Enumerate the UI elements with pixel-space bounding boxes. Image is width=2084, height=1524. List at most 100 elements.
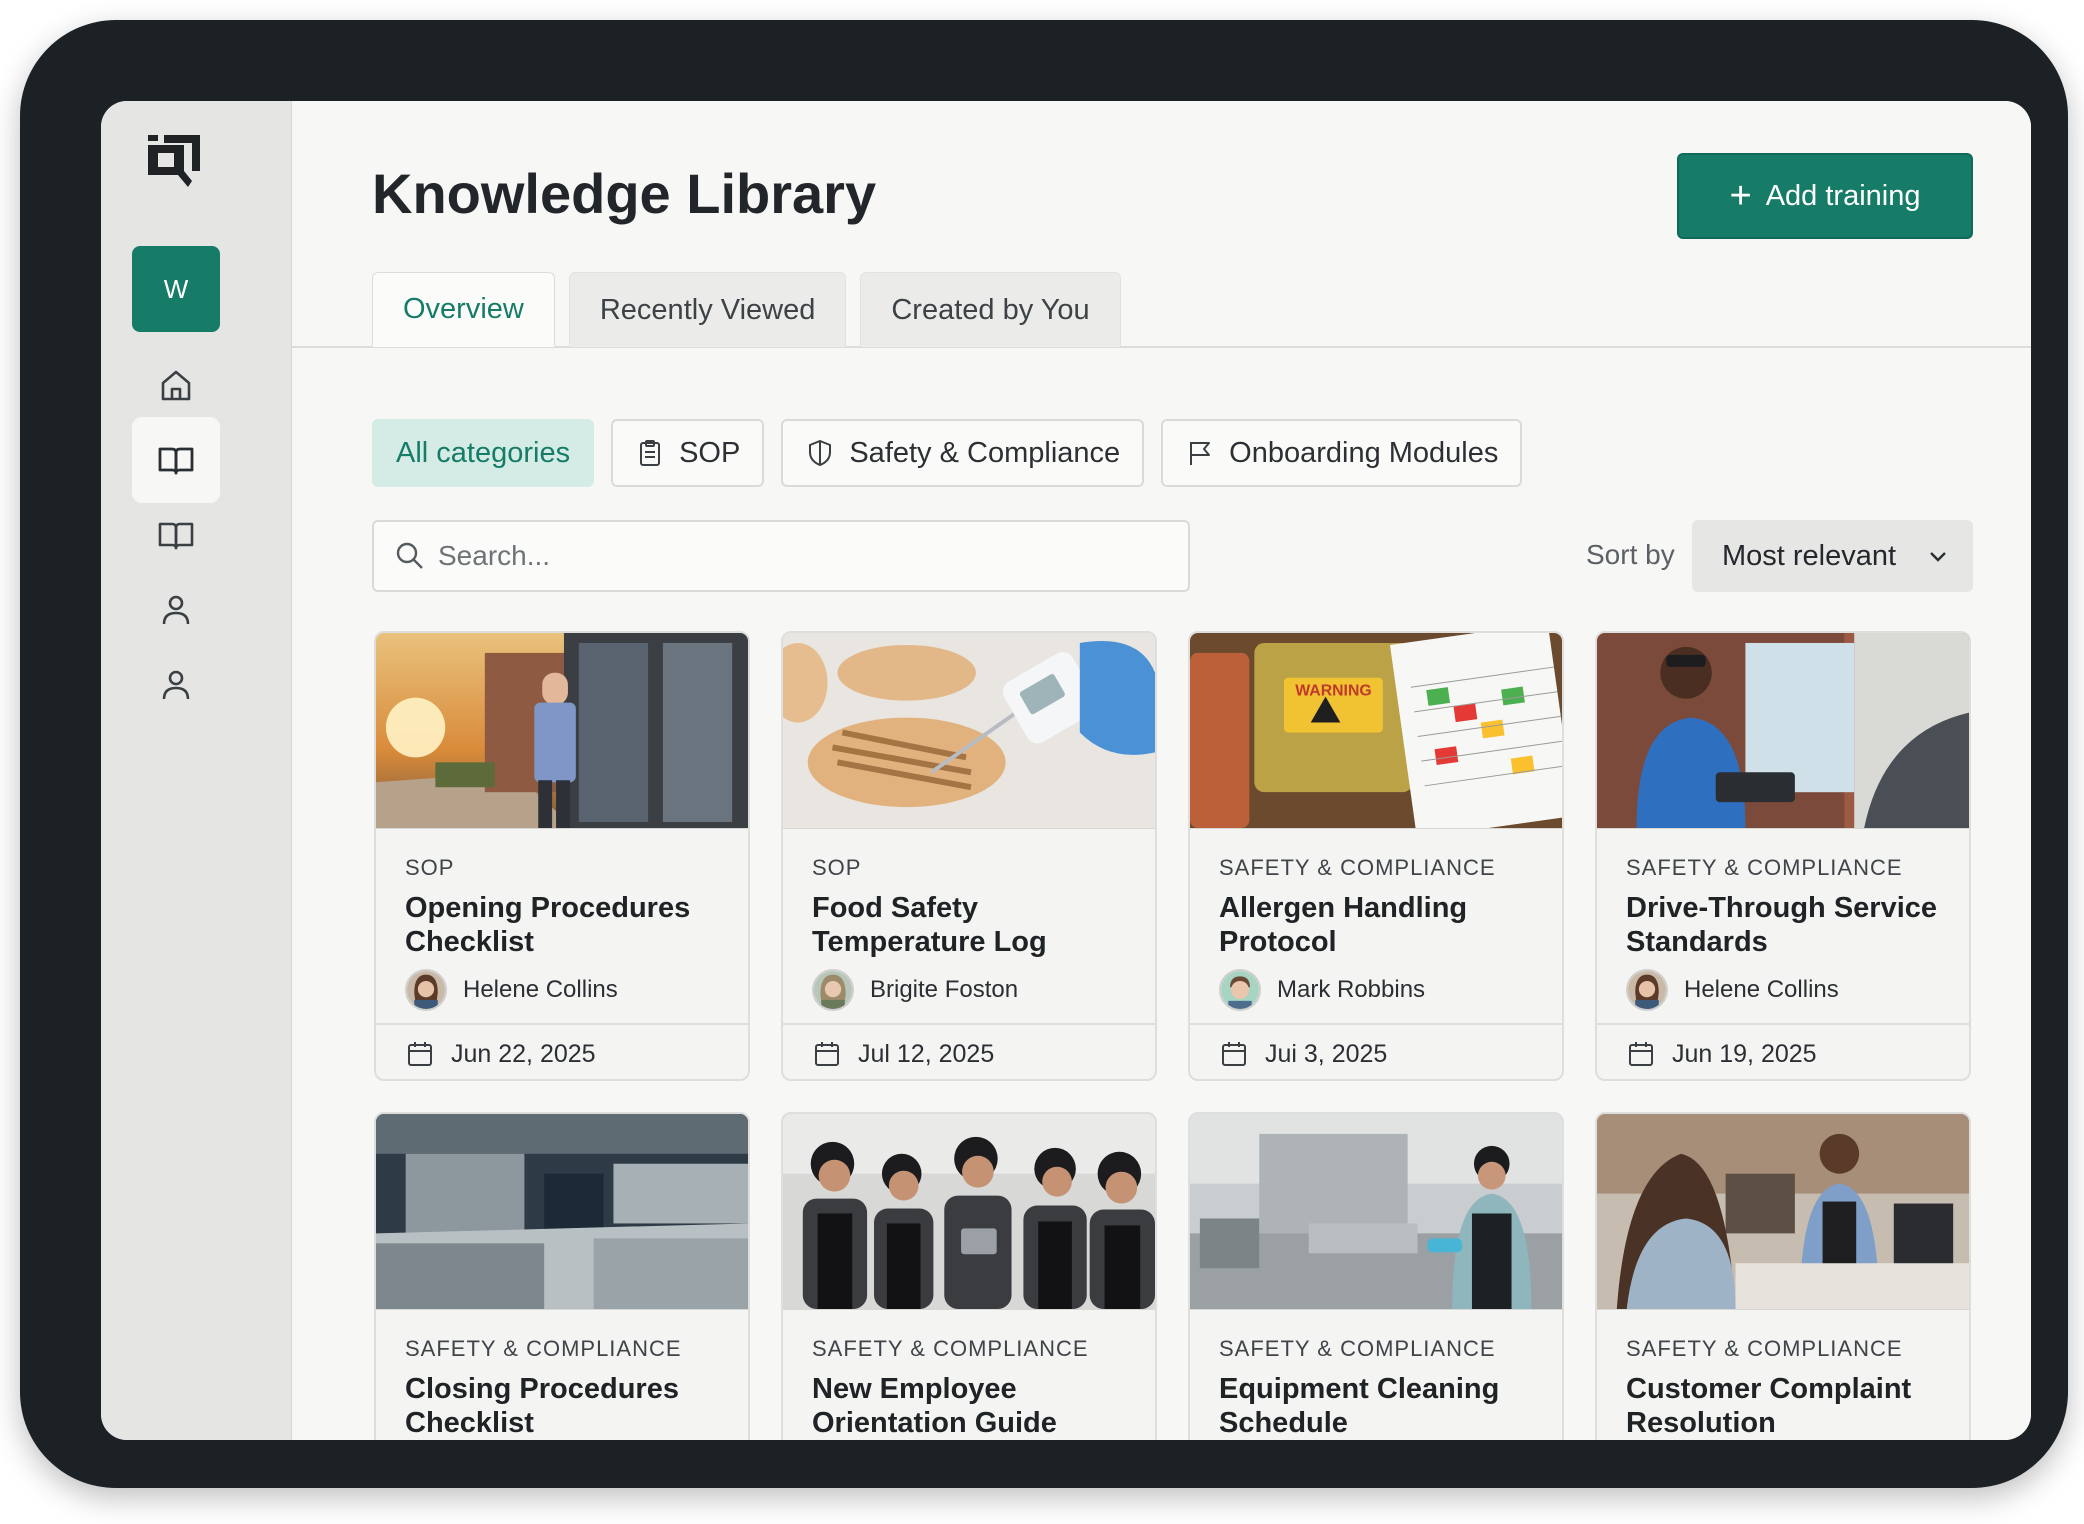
- card-title: Customer Complaint Resolution: [1626, 1373, 1912, 1439]
- search-icon: [396, 542, 423, 569]
- calendar-icon: [815, 1042, 839, 1066]
- card-footer: Jul 12, 2025: [783, 1023, 1155, 1079]
- training-card[interactable]: SAFETY & COMPLIANCE Drive-Through Servic…: [1595, 631, 1971, 1081]
- add-training-button[interactable]: + Add training: [1677, 153, 1973, 239]
- calendar-icon: [408, 1042, 432, 1066]
- author-name: Helene Collins: [463, 976, 618, 1003]
- card-title: Food Safety Temperature Log: [812, 892, 1047, 958]
- card-date: Jui 3, 2025: [1265, 1039, 1388, 1068]
- training-card[interactable]: SAFETY & COMPLIANCE Customer Complaint R…: [1595, 1112, 1971, 1440]
- author-name: Helene Collins: [1684, 976, 1839, 1003]
- card-category: SOP: [405, 855, 455, 880]
- card-category: SAFETY & COMPLIANCE: [1626, 855, 1903, 880]
- plus-icon: +: [1729, 175, 1752, 217]
- card-category: SAFETY & COMPLIANCE: [1626, 1336, 1903, 1361]
- card-footer: Jun 19, 2025: [1597, 1023, 1969, 1079]
- clipboard-icon: [640, 440, 661, 466]
- training-card[interactable]: SAFETY & COMPLIANCE New Employee Orienta…: [781, 1112, 1157, 1440]
- card-image-dishwashing-station: [1190, 1114, 1562, 1310]
- training-card[interactable]: SAFETY & COMPLIANCE Equipment Cleaning S…: [1188, 1112, 1564, 1440]
- card-title: Opening Procedures Checklist: [405, 892, 691, 958]
- app-screen: W Knowledge Library + Add training Overv…: [101, 101, 2031, 1440]
- nav-home[interactable]: [132, 342, 220, 428]
- warning-label: WARNING: [1295, 683, 1371, 700]
- sort-label: Sort by: [1586, 539, 1675, 570]
- card-footer: Jui 3, 2025: [1190, 1023, 1562, 1079]
- card-author: Brigite Foston: [812, 969, 1018, 1011]
- home-icon: [161, 370, 191, 401]
- tablet-frame: W Knowledge Library + Add training Overv…: [20, 20, 2068, 1488]
- training-card[interactable]: SAFETY & COMPLIANCE Closing Procedures C…: [374, 1112, 750, 1440]
- card-title: Drive-Through Service Standards: [1626, 892, 1938, 958]
- card-image-restaurant-entrance: [376, 633, 748, 829]
- flag-icon: [1190, 442, 1211, 465]
- main-content: Knowledge Library + Add training Overvie…: [292, 101, 2031, 1440]
- training-grid: SOP Opening Procedures Checklist Helene …: [374, 631, 1975, 1440]
- card-date: Jun 19, 2025: [1672, 1039, 1817, 1068]
- tab-created-by-you[interactable]: Created by You: [860, 272, 1121, 347]
- book-icon: [158, 522, 194, 550]
- open-book-icon: [158, 447, 194, 475]
- card-title: Closing Procedures Checklist: [405, 1373, 679, 1439]
- card-date: Jun 22, 2025: [451, 1039, 596, 1068]
- filter-label: SOP: [679, 436, 741, 469]
- card-date: Jul 12, 2025: [858, 1039, 995, 1068]
- add-training-label: Add training: [1765, 179, 1921, 212]
- training-card[interactable]: WARNING SAFETY & COMPLIANCE Allergen Han…: [1188, 631, 1564, 1081]
- card-image-allergen-containers: WARNING: [1190, 633, 1562, 829]
- category-filters: All categories SOP Safety & Compliance O…: [372, 419, 1523, 487]
- sidebar: W: [101, 101, 292, 1440]
- avatar: [1219, 969, 1261, 1011]
- training-card[interactable]: SOP Food Safety Temperature Log Brigite …: [781, 631, 1157, 1081]
- filter-label: Safety & Compliance: [849, 436, 1121, 469]
- nav-library[interactable]: [132, 417, 220, 503]
- card-category: SAFETY & COMPLIANCE: [812, 1336, 1089, 1361]
- filter-safety-compliance[interactable]: Safety & Compliance: [781, 419, 1145, 487]
- avatar: [812, 969, 854, 1011]
- author-name: Mark Robbins: [1277, 976, 1426, 1003]
- avatar: [405, 969, 447, 1011]
- nav-people[interactable]: [132, 567, 220, 653]
- filter-label: Onboarding Modules: [1229, 436, 1499, 469]
- shield-icon: [809, 439, 832, 467]
- filter-all-categories[interactable]: All categories: [372, 419, 595, 487]
- filter-onboarding-modules[interactable]: Onboarding Modules: [1161, 419, 1523, 487]
- card-title: Equipment Cleaning Schedule: [1219, 1373, 1500, 1439]
- card-category: SOP: [812, 855, 862, 880]
- search-box[interactable]: [372, 520, 1190, 592]
- card-title: New Employee Orientation Guide: [812, 1373, 1057, 1439]
- card-author: Helene Collins: [405, 969, 618, 1011]
- app-logo: [148, 135, 200, 187]
- card-title: Allergen Handling Protocol: [1219, 892, 1468, 958]
- search-input[interactable]: [438, 540, 1138, 572]
- sort-dropdown[interactable]: Most relevant: [1692, 520, 1973, 592]
- card-footer: Jun 22, 2025: [376, 1023, 748, 1079]
- card-image-chicken-thermometer: [783, 633, 1155, 829]
- card-author: Mark Robbins: [1219, 969, 1425, 1011]
- chevron-down-icon: [1930, 552, 1946, 562]
- card-image-stainless-kitchen: [376, 1114, 748, 1310]
- card-image-counter-service: [1597, 1114, 1969, 1310]
- avatar: [1626, 969, 1668, 1011]
- tab-recently-viewed[interactable]: Recently Viewed: [568, 272, 847, 347]
- sort-value: Most relevant: [1722, 539, 1897, 572]
- card-category: SAFETY & COMPLIANCE: [1219, 1336, 1496, 1361]
- filter-label: All categories: [396, 436, 571, 469]
- user-icon: [162, 595, 190, 625]
- page-title: Knowledge Library: [372, 162, 877, 225]
- card-category: SAFETY & COMPLIANCE: [405, 1336, 682, 1361]
- calendar-icon: [1629, 1042, 1653, 1066]
- training-card[interactable]: SOP Opening Procedures Checklist Helene …: [374, 631, 750, 1081]
- workspace-button[interactable]: W: [132, 246, 220, 332]
- card-image-drive-through: [1597, 633, 1969, 829]
- author-name: Brigite Foston: [870, 976, 1019, 1003]
- tab-bar: Overview Recently Viewed Created by You: [372, 272, 1121, 347]
- card-category: SAFETY & COMPLIANCE: [1219, 855, 1496, 880]
- user-icon: [162, 670, 190, 700]
- tab-overview[interactable]: Overview: [372, 272, 555, 347]
- workspace-initial: W: [163, 273, 189, 304]
- calendar-icon: [1222, 1042, 1246, 1066]
- filter-sop[interactable]: SOP: [611, 419, 765, 487]
- nav-profile[interactable]: [132, 642, 220, 728]
- nav-courses[interactable]: [132, 492, 220, 578]
